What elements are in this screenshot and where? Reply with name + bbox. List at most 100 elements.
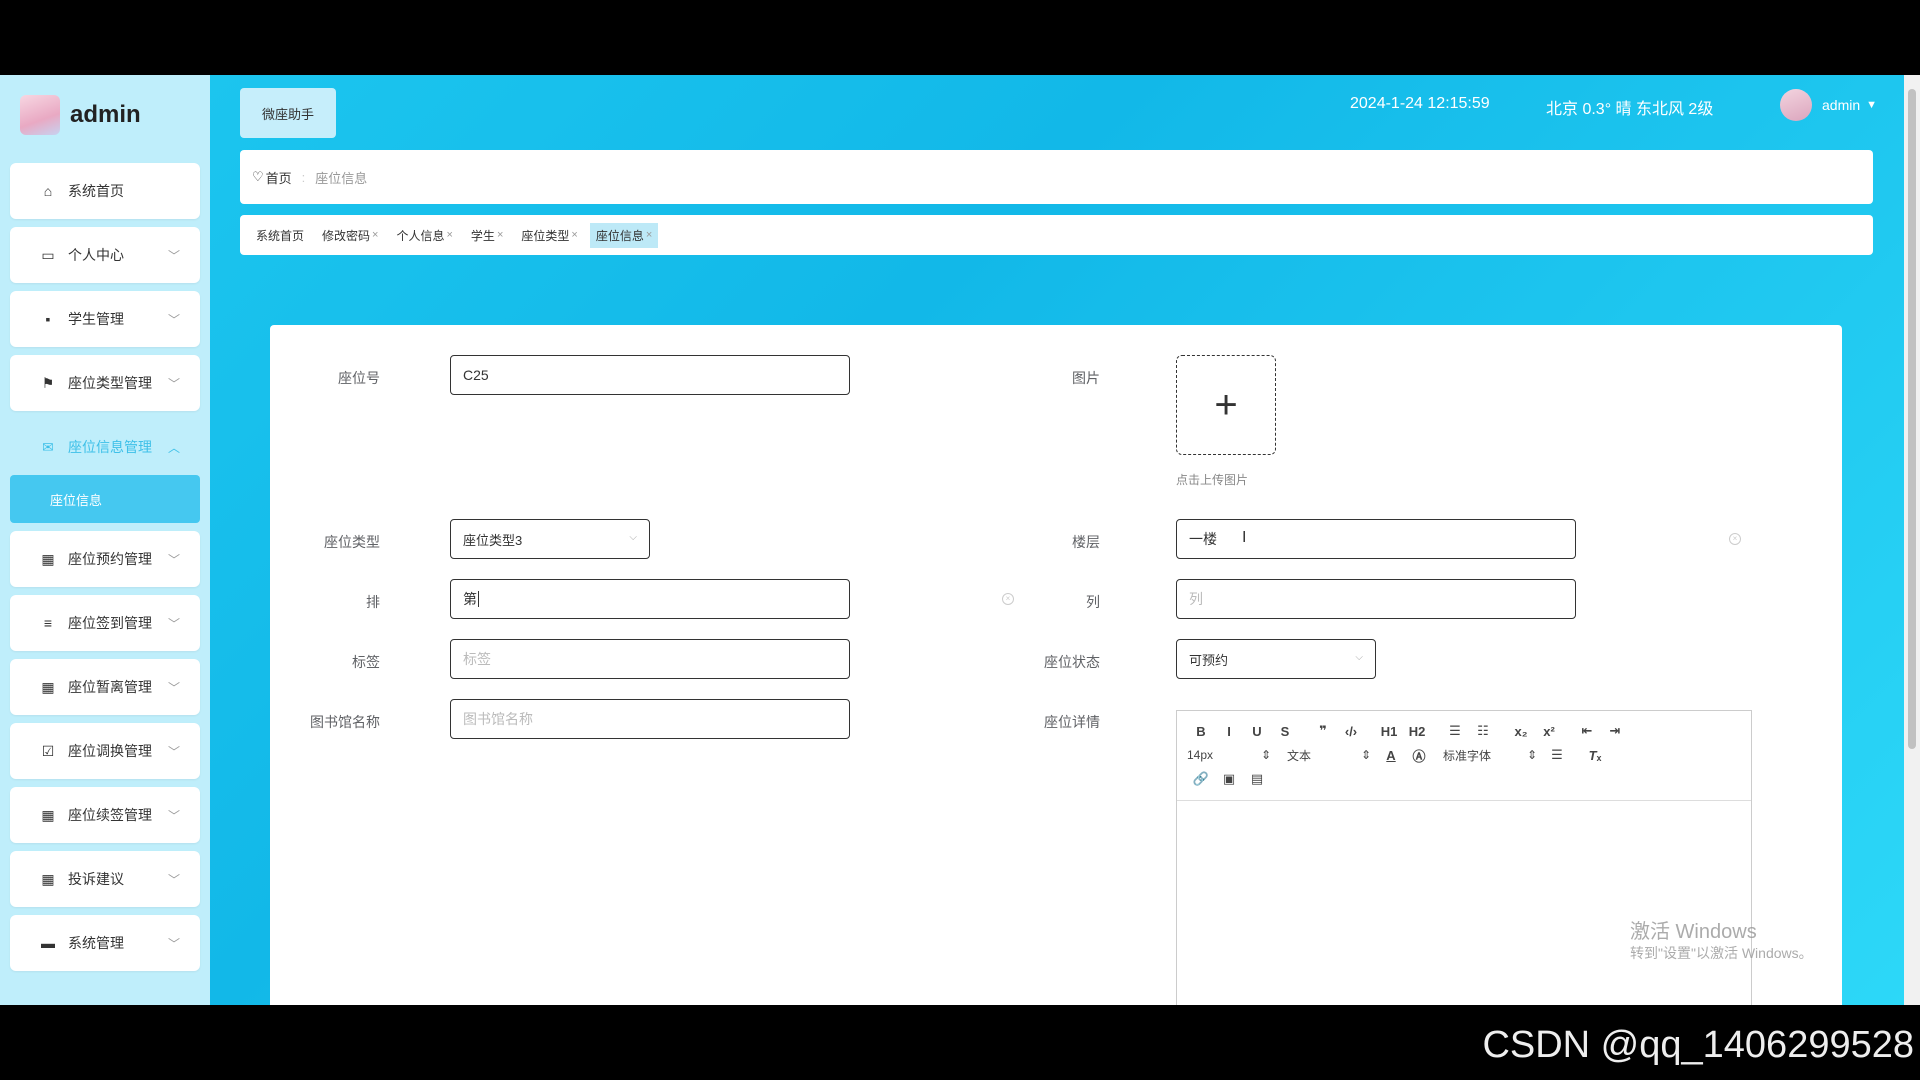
- bullet-list-icon[interactable]: ☷: [1469, 723, 1497, 739]
- clear-icon[interactable]: ×: [1729, 533, 1741, 545]
- close-icon[interactable]: ×: [372, 229, 378, 241]
- library-input[interactable]: 图书馆名称: [450, 699, 850, 739]
- sidebar-item-label: 座位暂离管理: [68, 679, 152, 695]
- italic-icon[interactable]: I: [1215, 724, 1243, 739]
- app-screen: admin ⌂ 系统首页 ▭ 个人中心 ﹀ ▪ 学生管理 ﹀ ⚑ 座位类型管理 ﹀ ✉ 座位信息管理 ︿ 座…: [0, 75, 1920, 1005]
- sidebar-item[interactable]: ▭ 个人中心 ﹀: [10, 227, 200, 283]
- link-icon[interactable]: 🔗: [1187, 771, 1215, 787]
- sidebar-item[interactable]: ▦ 投诉建议 ﹀: [10, 851, 200, 907]
- form-panel: 座位号 C25 图片 + 点击上传图片 座位类型 座位类型3 ⌵ 楼层 一楼 I…: [270, 325, 1842, 1005]
- seat-type-select[interactable]: 座位类型3 ⌵: [450, 519, 650, 559]
- tab[interactable]: 个人信息 ×: [390, 223, 458, 248]
- close-icon[interactable]: ×: [497, 229, 503, 241]
- plus-icon[interactable]: +: [1214, 383, 1237, 428]
- font-color-icon[interactable]: A: [1377, 748, 1405, 763]
- bold-icon[interactable]: B: [1187, 724, 1215, 739]
- sidebar-item[interactable]: ▪ 学生管理 ﹀: [10, 291, 200, 347]
- chevron-down-icon: ﹀: [167, 745, 180, 759]
- heading2-icon[interactable]: H2: [1403, 724, 1431, 739]
- flag-icon: ⚑: [41, 375, 55, 391]
- seat-type-label: 座位类型: [324, 534, 380, 550]
- brand-avatar: [20, 95, 60, 135]
- breadcrumb-home[interactable]: 首页: [266, 168, 292, 187]
- row-input[interactable]: 第: [450, 579, 850, 619]
- editor-content[interactable]: [1177, 801, 1751, 1005]
- sidebar-item-label: 系统管理: [68, 935, 124, 951]
- sidebar-item[interactable]: ≡ 座位签到管理 ﹀: [10, 595, 200, 651]
- tag-placeholder: 标签: [463, 651, 491, 667]
- ordered-list-icon[interactable]: ☰: [1441, 723, 1469, 739]
- col-input[interactable]: 列: [1176, 579, 1576, 619]
- chevron-down-icon: ⌵: [629, 532, 637, 543]
- tab-label: 个人信息: [396, 228, 445, 243]
- seat-no-value: C25: [463, 367, 489, 383]
- seat-no-input[interactable]: C25: [450, 355, 850, 395]
- sidebar-item[interactable]: ▦ 座位暂离管理 ﹀: [10, 659, 200, 715]
- sidebar-item[interactable]: ▬ 系统管理 ﹀: [10, 915, 200, 971]
- apps-icon: ▦: [41, 679, 55, 695]
- subscript-icon[interactable]: x₂: [1507, 724, 1535, 739]
- scrollbar-thumb[interactable]: [1908, 89, 1916, 749]
- strikethrough-icon[interactable]: S: [1271, 724, 1299, 739]
- scrollbar[interactable]: [1904, 75, 1920, 1005]
- font-size-select[interactable]: 14px ⇕: [1187, 748, 1277, 762]
- outdent-icon[interactable]: ⇤: [1573, 723, 1601, 739]
- video-icon[interactable]: ▤: [1243, 771, 1271, 787]
- underline-icon[interactable]: U: [1243, 724, 1271, 739]
- upload-hint: 点击上传图片: [1176, 473, 1249, 487]
- tab[interactable]: 座位类型 ×: [515, 223, 583, 248]
- close-icon[interactable]: ×: [446, 229, 452, 241]
- chevron-down-icon: ﹀: [167, 873, 180, 887]
- tag-input[interactable]: 标签: [450, 639, 850, 679]
- sidebar-item[interactable]: ☑ 座位调换管理 ﹀: [10, 723, 200, 779]
- tab[interactable]: 学生 ×: [465, 223, 509, 248]
- status-select[interactable]: 可预约 ⌵: [1176, 639, 1376, 679]
- caret-down-icon[interactable]: ▼: [1866, 99, 1877, 111]
- row-value: 第: [463, 591, 477, 607]
- sidebar-item[interactable]: ▦ 座位预约管理 ﹀: [10, 531, 200, 587]
- sidebar-item-label: 座位调换管理: [68, 743, 152, 759]
- align-icon[interactable]: ☰: [1543, 747, 1571, 763]
- sidebar-item[interactable]: ▦ 座位续签管理 ﹀: [10, 787, 200, 843]
- weather: 北京 0.3° 晴 东北风 2级: [1546, 101, 1714, 118]
- tab[interactable]: 修改密码 ×: [316, 223, 384, 248]
- tab-label: 座位信息: [595, 228, 644, 243]
- row-label: 排: [366, 594, 380, 610]
- library-label: 图书馆名称: [310, 714, 380, 730]
- floor-value: 一楼: [1189, 531, 1217, 547]
- background-color-icon[interactable]: Ⓐ: [1405, 746, 1433, 765]
- quote-icon[interactable]: ❞: [1309, 723, 1337, 739]
- sidebar-item[interactable]: ⚑ 座位类型管理 ﹀: [10, 355, 200, 411]
- windows-watermark-title: 激活 Windows: [1630, 921, 1757, 943]
- heading1-icon[interactable]: H1: [1375, 724, 1403, 739]
- sidebar-subitem[interactable]: 座位信息: [10, 475, 200, 523]
- font-family-select[interactable]: 标准字体 ⇕: [1443, 747, 1543, 764]
- tab[interactable]: 座位信息 ×: [589, 222, 659, 248]
- close-icon[interactable]: ×: [571, 229, 577, 241]
- user-name[interactable]: admin: [1822, 97, 1860, 113]
- chevron-down-icon: ﹀: [167, 681, 180, 695]
- image-uploader[interactable]: +: [1176, 355, 1276, 455]
- superscript-icon[interactable]: x²: [1535, 724, 1563, 739]
- sidebar-item[interactable]: ✉ 座位信息管理 ︿: [10, 419, 200, 475]
- image-label: 图片: [1072, 370, 1100, 386]
- text-type-select[interactable]: 文本 ⇕: [1287, 747, 1377, 764]
- indent-icon[interactable]: ⇥: [1601, 723, 1629, 739]
- tab[interactable]: 系统首页: [250, 223, 310, 248]
- grid-icon: ▦: [41, 871, 55, 887]
- chat-icon: ▪: [45, 311, 51, 327]
- user-menu[interactable]: admin ▼: [1780, 89, 1877, 121]
- assistant-button[interactable]: 微座助手: [240, 88, 336, 138]
- floor-input[interactable]: 一楼: [1176, 519, 1576, 559]
- image-icon[interactable]: ▣: [1215, 771, 1243, 787]
- datetime: 2024-1-24 12:15:59: [1350, 95, 1490, 112]
- close-icon[interactable]: ×: [646, 229, 652, 241]
- avatar[interactable]: [1780, 89, 1812, 121]
- clear-format-icon[interactable]: Tₓ: [1581, 748, 1609, 763]
- code-icon[interactable]: ‹/›: [1337, 724, 1365, 739]
- sidebar-item-label: 个人中心: [68, 247, 124, 263]
- sidebar-item[interactable]: ⌂ 系统首页: [10, 163, 200, 219]
- sidebar-item-label: 学生管理: [68, 311, 124, 327]
- breadcrumb-separator: :: [301, 169, 306, 185]
- sort-icon: ⇕: [1260, 748, 1271, 762]
